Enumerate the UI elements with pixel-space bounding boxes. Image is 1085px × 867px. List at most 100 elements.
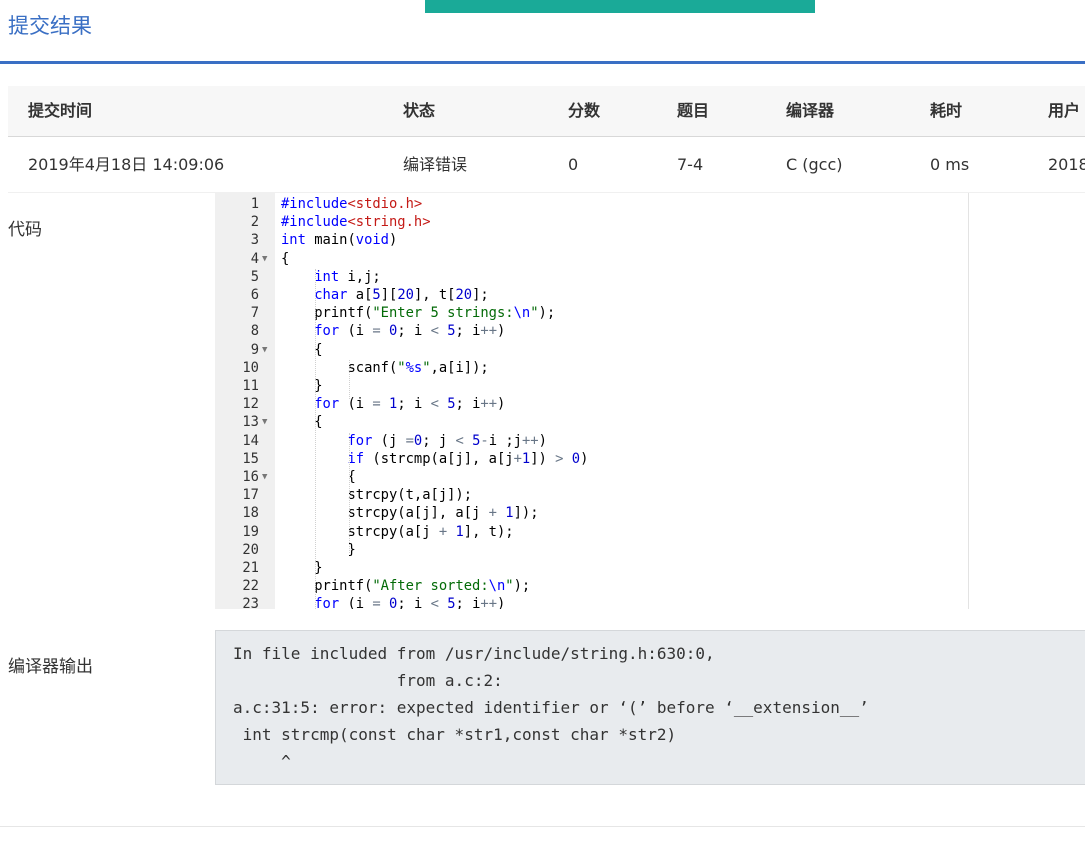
code-line: 3 int main(void) (215, 231, 968, 249)
code-text: } (281, 378, 323, 394)
header-user: 用户 (1048, 101, 1081, 120)
code-line: 16 ▼ { (215, 468, 968, 486)
compiler-output-label: 编译器输出 (8, 657, 93, 677)
header-problem: 题目 (677, 101, 710, 120)
code-line: 4 ▼ { (215, 250, 968, 268)
page-title: 提交结果 (8, 14, 92, 38)
code-text: #include<string.h> (281, 214, 431, 231)
code-line: 19 strcpy(a[j + 1], t); (215, 523, 968, 541)
problem-link[interactable]: 7-4 (677, 137, 703, 192)
compiler-output-box[interactable]: In file included from /usr/include/strin… (215, 630, 1085, 785)
line-number: 6 (250, 287, 259, 303)
code-line: 22 printf("After sorted:\n"); (215, 577, 968, 595)
header-submit-time: 提交时间 (28, 101, 93, 120)
line-number: 2 (250, 214, 259, 231)
table-row: 2019年4月18日 14:09:06 编译错误 0 7-4 C (gcc) 0… (8, 137, 1085, 193)
code-text: if (strcmp(a[j], a[j+1]) > 0) (347, 450, 589, 467)
code-text: { (281, 414, 323, 431)
code-line: 7 printf("Enter 5 strings:\n"); (215, 304, 968, 322)
submit-time: 2019年4月18日 14:09:06 (28, 155, 225, 174)
line-number: 17 (242, 487, 259, 504)
code-line: 15 if (strcmp(a[j], a[j+1]) > 0) (215, 450, 968, 468)
fold-arrow-icon[interactable]: ▼ (262, 413, 267, 431)
fold-arrow-icon[interactable]: ▼ (262, 468, 267, 486)
code-line: 2 #include<string.h> (215, 213, 968, 231)
code-line: 17 strcpy(t,a[j]); (215, 486, 968, 504)
compiler-value: C (gcc) (786, 155, 843, 174)
top-banner (425, 0, 815, 13)
code-text: { (281, 469, 356, 485)
code-line: 21 } (215, 559, 968, 577)
fold-arrow-icon[interactable]: ▼ (262, 341, 267, 359)
code-viewer[interactable]: 1 #include<stdio.h> 2 #include<string.h> 3 in… (215, 193, 969, 609)
code-line: 20 } (215, 541, 968, 559)
code-text: int main(void) (281, 232, 398, 249)
code-line: 10 scanf("%s",a[i]); (215, 359, 968, 377)
code-text: printf("Enter 5 strings:\n"); (281, 305, 556, 322)
line-number: 20 (242, 541, 259, 558)
header-score: 分数 (568, 101, 601, 120)
compiler-output-line: ^ (233, 752, 291, 771)
header-compiler: 编译器 (786, 101, 835, 120)
code-line: 13 ▼ { (215, 413, 968, 431)
line-number: 7 (250, 305, 259, 322)
indent-guide (349, 360, 350, 399)
line-number: 13 (242, 414, 259, 431)
bottom-divider (0, 826, 1085, 827)
line-number: 5 (250, 268, 259, 285)
line-number: 11 (242, 378, 259, 394)
header-duration: 耗时 (930, 101, 963, 120)
line-number: 10 (242, 359, 259, 376)
code-text: strcpy(a[j], a[j + 1]); (281, 505, 539, 522)
fold-arrow-icon[interactable]: ▼ (262, 250, 267, 268)
line-number: 22 (242, 578, 259, 595)
indent-guide (315, 269, 316, 609)
code-text: } (281, 541, 356, 558)
line-number: 18 (242, 505, 259, 522)
line-number: 16 (242, 469, 259, 485)
code-text: { (281, 250, 290, 267)
line-number: 9 (250, 341, 259, 358)
line-number: 15 (242, 450, 259, 467)
line-number: 12 (242, 396, 259, 413)
code-text: strcpy(t,a[j]); (281, 487, 473, 504)
compiler-output-line: from a.c:2: (233, 671, 503, 690)
code-line: 6 char a[5][20], t[20]; (215, 286, 968, 304)
code-line: 1 #include<stdio.h> (215, 195, 968, 213)
line-number: 8 (250, 323, 259, 340)
code-line: 12 for (i = 1; i < 5; i++) (215, 395, 968, 413)
code-text: int i,j; (314, 268, 381, 285)
code-label: 代码 (8, 220, 42, 240)
compiler-output-line: int strcmp(const char *str1,const char *… (233, 725, 677, 744)
duration-value: 0 ms (930, 155, 970, 174)
line-number: 21 (242, 560, 259, 576)
line-number: 1 (250, 196, 259, 212)
compiler-output-line: In file included from /usr/include/strin… (233, 644, 715, 663)
code-line: 5 int i,j; (215, 268, 968, 286)
table-header: 提交时间 状态 分数 题目 编译器 耗时 用户 (8, 86, 1085, 137)
header-status: 状态 (403, 101, 436, 120)
compiler-output-line: a.c:31:5: error: expected identifier or … (233, 698, 869, 717)
code-line: 23 for (i = 0; i < 5; i++) (215, 595, 968, 609)
code-line: 11 } (215, 377, 968, 395)
line-number: 14 (242, 432, 259, 449)
code-text: printf("After sorted:\n"); (281, 578, 531, 595)
line-number: 19 (242, 523, 259, 540)
user-value: 2018 (1048, 155, 1085, 174)
indent-guide (349, 433, 350, 553)
code-text: scanf("%s",a[i]); (281, 359, 489, 376)
code-text: { (281, 341, 323, 358)
code-line: 18 strcpy(a[j], a[j + 1]); (215, 504, 968, 522)
code-line: 8 for (i = 0; i < 5; i++) (215, 322, 968, 340)
code-line: 9 ▼ { (215, 341, 968, 359)
score-value: 0 (568, 155, 579, 174)
code-text: } (281, 560, 323, 576)
line-number: 3 (250, 232, 259, 249)
code-text: #include<stdio.h> (281, 196, 423, 212)
status-link[interactable]: 编译错误 (403, 137, 467, 192)
code-text: char a[5][20], t[20]; (314, 287, 489, 303)
line-number: 23 (242, 596, 259, 609)
title-divider (0, 61, 1085, 64)
line-number: 4 (250, 250, 259, 267)
code-text: for (j =0; j < 5-i ;j++) (347, 432, 547, 449)
